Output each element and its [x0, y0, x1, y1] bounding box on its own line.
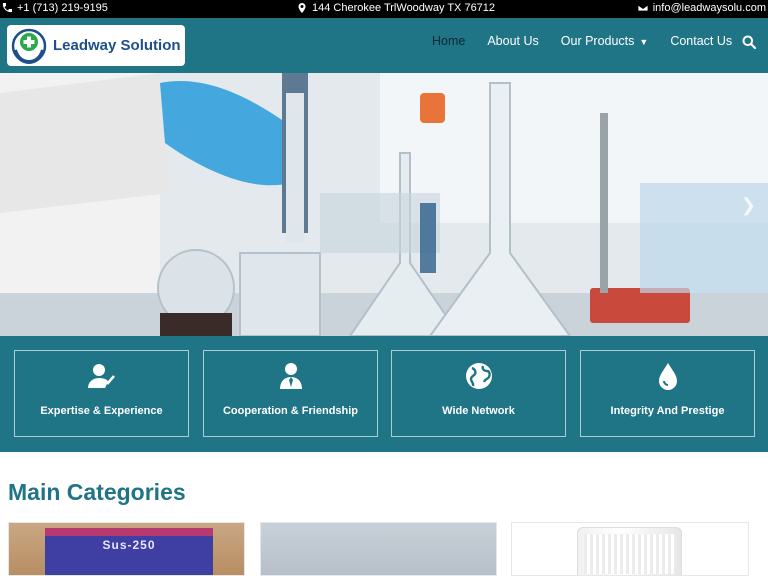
- location-pin-icon: [298, 3, 306, 13]
- droplet-icon: [658, 363, 677, 390]
- phone-number: +1 (713) 219-9195: [17, 2, 108, 14]
- site-logo[interactable]: Leadway Solution: [7, 25, 185, 66]
- bottle-cap-image: [577, 527, 682, 575]
- email-address: info@leadwaysolu.com: [652, 2, 766, 14]
- phone-contact[interactable]: +1 (713) 219-9195: [2, 2, 108, 14]
- feature-label: Wide Network: [442, 405, 515, 417]
- nav-contact-label: Contact Us: [670, 34, 733, 48]
- category-card[interactable]: Sus-250: [8, 522, 245, 576]
- main-categories-heading: Main Categories: [8, 479, 186, 505]
- globe-icon: [465, 363, 492, 389]
- nav-our-products[interactable]: Our Products ▼: [561, 34, 649, 48]
- envelope-icon: [637, 4, 648, 12]
- product-box-label: Sus-250: [102, 538, 156, 552]
- address-contact: 144 Cherokee TrlWoodway TX 76712: [297, 2, 495, 14]
- chevron-right-icon[interactable]: ❯: [741, 195, 756, 216]
- address-text: 144 Cherokee TrlWoodway TX 76712: [312, 2, 496, 14]
- lab-scene-illustration: [0, 73, 768, 336]
- feature-card-cooperation[interactable]: Cooperation & Friendship: [203, 350, 378, 437]
- nav-home-label: Home: [432, 34, 466, 48]
- nav-home[interactable]: Home: [432, 34, 465, 48]
- category-card[interactable]: [260, 522, 497, 576]
- product-box-image: Sus-250: [45, 528, 213, 575]
- features-band: Expertise & Experience Cooperation & Fri…: [0, 336, 768, 452]
- feature-label: Expertise & Experience: [40, 405, 163, 417]
- medical-cross-logo-icon: [11, 28, 47, 64]
- box-stripe: [45, 528, 213, 536]
- feature-label: Cooperation & Friendship: [222, 405, 359, 417]
- user-check-icon: [87, 364, 115, 388]
- email-contact[interactable]: info@leadwaysolu.com: [637, 2, 766, 14]
- hero-banner: ❯: [0, 73, 768, 336]
- category-card[interactable]: [511, 522, 749, 576]
- user-tie-icon: [279, 363, 302, 389]
- search-icon[interactable]: [742, 35, 756, 49]
- site-header: Leadway Solution Home About Us Our Produ…: [0, 18, 768, 73]
- nav-products-label: Our Products: [560, 34, 635, 48]
- feature-label: Integrity And Prestige: [610, 405, 725, 417]
- nav-contact-us[interactable]: Contact Us: [670, 34, 732, 48]
- phone-icon: [2, 3, 12, 13]
- nav-about-label: About Us: [487, 34, 539, 48]
- chevron-down-icon: ▼: [639, 37, 649, 47]
- cap-ribs: [584, 534, 675, 574]
- nav-about-us[interactable]: About Us: [487, 34, 538, 48]
- main-nav: Home About Us Our Products ▼ Contact Us: [432, 34, 754, 48]
- top-contact-bar: +1 (713) 219-9195 144 Cherokee TrlWoodwa…: [0, 0, 768, 18]
- logo-text: Leadway Solution: [53, 37, 181, 54]
- feature-card-integrity[interactable]: Integrity And Prestige: [580, 350, 755, 437]
- feature-card-expertise[interactable]: Expertise & Experience: [14, 350, 189, 437]
- feature-card-network[interactable]: Wide Network: [391, 350, 566, 437]
